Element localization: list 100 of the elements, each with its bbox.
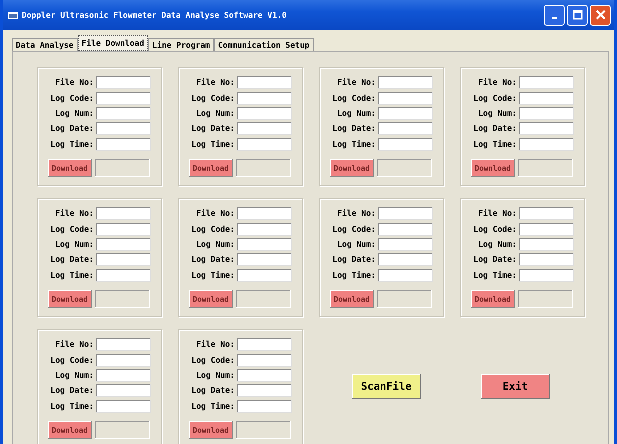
field-label: Log Time: [332, 140, 376, 149]
input-field[interactable] [237, 222, 292, 236]
maximize-button[interactable] [567, 4, 588, 26]
field-label: File No: [195, 78, 235, 88]
input-field[interactable] [378, 253, 433, 266]
field-label: Log Date: [50, 255, 94, 264]
field-label: Log Time: [190, 140, 235, 149]
input-field[interactable] [237, 138, 292, 151]
field-label: Log Num: [336, 109, 376, 118]
field-label: Log Time: [50, 270, 94, 280]
field-label: File No: [195, 340, 235, 350]
input-field[interactable] [378, 76, 433, 90]
input-field[interactable] [237, 207, 292, 220]
input-field[interactable] [96, 122, 151, 136]
input-field[interactable] [237, 338, 292, 352]
field-label: Log Num: [54, 371, 94, 380]
input-field[interactable] [96, 92, 151, 105]
field-label: Log Num: [477, 109, 517, 118]
input-field[interactable] [237, 76, 292, 90]
tab[interactable]: Communication Setup [214, 38, 314, 51]
field-label: Log Date: [190, 124, 235, 134]
input-field[interactable] [378, 222, 433, 236]
field-label: Log Date: [472, 255, 517, 264]
input-field[interactable] [237, 354, 292, 367]
field-label: Log Date: [50, 386, 94, 396]
tab[interactable]: Data Analyse [12, 38, 78, 51]
exit-button[interactable]: Exit [481, 374, 550, 399]
input-field[interactable] [519, 122, 574, 136]
minimize-button[interactable] [544, 4, 565, 26]
input-field[interactable] [96, 338, 151, 352]
field-label: File No: [477, 78, 517, 88]
input-field[interactable] [378, 238, 433, 252]
input-field[interactable] [519, 207, 574, 220]
tab[interactable]: File Download [78, 35, 148, 51]
status-field [377, 290, 432, 308]
field-label: Log Time: [472, 270, 517, 280]
input-field[interactable] [96, 107, 151, 120]
field-label: Log Time: [472, 140, 517, 149]
status-field [236, 421, 291, 440]
field-label: File No: [477, 209, 517, 218]
input-field[interactable] [96, 268, 151, 282]
input-field[interactable] [96, 384, 151, 398]
input-field[interactable] [96, 253, 151, 266]
status-field [518, 159, 573, 178]
minimize-icon [552, 17, 557, 19]
input-field[interactable] [237, 268, 292, 282]
field-label: Log Num: [477, 240, 517, 250]
input-field[interactable] [378, 207, 433, 220]
input-field[interactable] [519, 253, 574, 266]
input-field[interactable] [237, 400, 292, 413]
input-field[interactable] [96, 354, 151, 367]
field-label: Log Code: [332, 224, 376, 234]
input-field[interactable] [237, 238, 292, 252]
maximize-icon [572, 10, 582, 20]
field-label: File No: [336, 78, 376, 88]
field-label: Log Date: [50, 124, 94, 134]
input-field[interactable] [237, 92, 292, 105]
input-field[interactable] [96, 138, 151, 151]
window-title: Doppler Ultrasonic Flowmeter Data Analyse Software V1.0 [22, 10, 288, 20]
field-label: File No: [54, 78, 94, 88]
input-field[interactable] [519, 76, 574, 90]
input-field[interactable] [378, 138, 433, 151]
input-field[interactable] [237, 122, 292, 136]
input-field[interactable] [237, 369, 292, 382]
input-field[interactable] [519, 138, 574, 151]
input-field[interactable] [96, 400, 151, 413]
input-field[interactable] [378, 122, 433, 136]
input-field[interactable] [378, 107, 433, 120]
input-field[interactable] [378, 268, 433, 282]
tab[interactable]: Line Program [148, 38, 214, 51]
field-label: Log Code: [50, 356, 94, 365]
input-field[interactable] [519, 222, 574, 236]
field-label: Log Code: [472, 224, 517, 234]
input-field[interactable] [237, 253, 292, 266]
input-field[interactable] [96, 76, 151, 90]
input-field[interactable] [96, 238, 151, 252]
input-field[interactable] [519, 238, 574, 252]
input-field[interactable] [96, 222, 151, 236]
input-field[interactable] [519, 92, 574, 105]
field-label: File No: [195, 209, 235, 218]
field-label: Log Code: [472, 94, 517, 103]
input-field[interactable] [96, 369, 151, 382]
field-label: Log Date: [332, 255, 376, 264]
app-icon [8, 10, 18, 20]
close-button[interactable] [590, 4, 611, 26]
scan-file-button[interactable]: ScanFile [352, 374, 421, 399]
input-field[interactable] [237, 107, 292, 120]
field-label: Log Num: [54, 109, 94, 118]
field-label: File No: [54, 340, 94, 350]
input-field[interactable] [237, 384, 292, 398]
field-label: Log Code: [190, 356, 235, 365]
input-field[interactable] [96, 207, 151, 220]
input-field[interactable] [378, 92, 433, 105]
input-field[interactable] [519, 107, 574, 120]
field-label: Log Code: [50, 224, 94, 234]
field-label: Log Code: [332, 94, 376, 103]
field-label: Log Num: [195, 240, 235, 250]
input-field[interactable] [519, 268, 574, 282]
field-label: File No: [54, 209, 94, 218]
field-label: Log Time: [190, 402, 235, 411]
